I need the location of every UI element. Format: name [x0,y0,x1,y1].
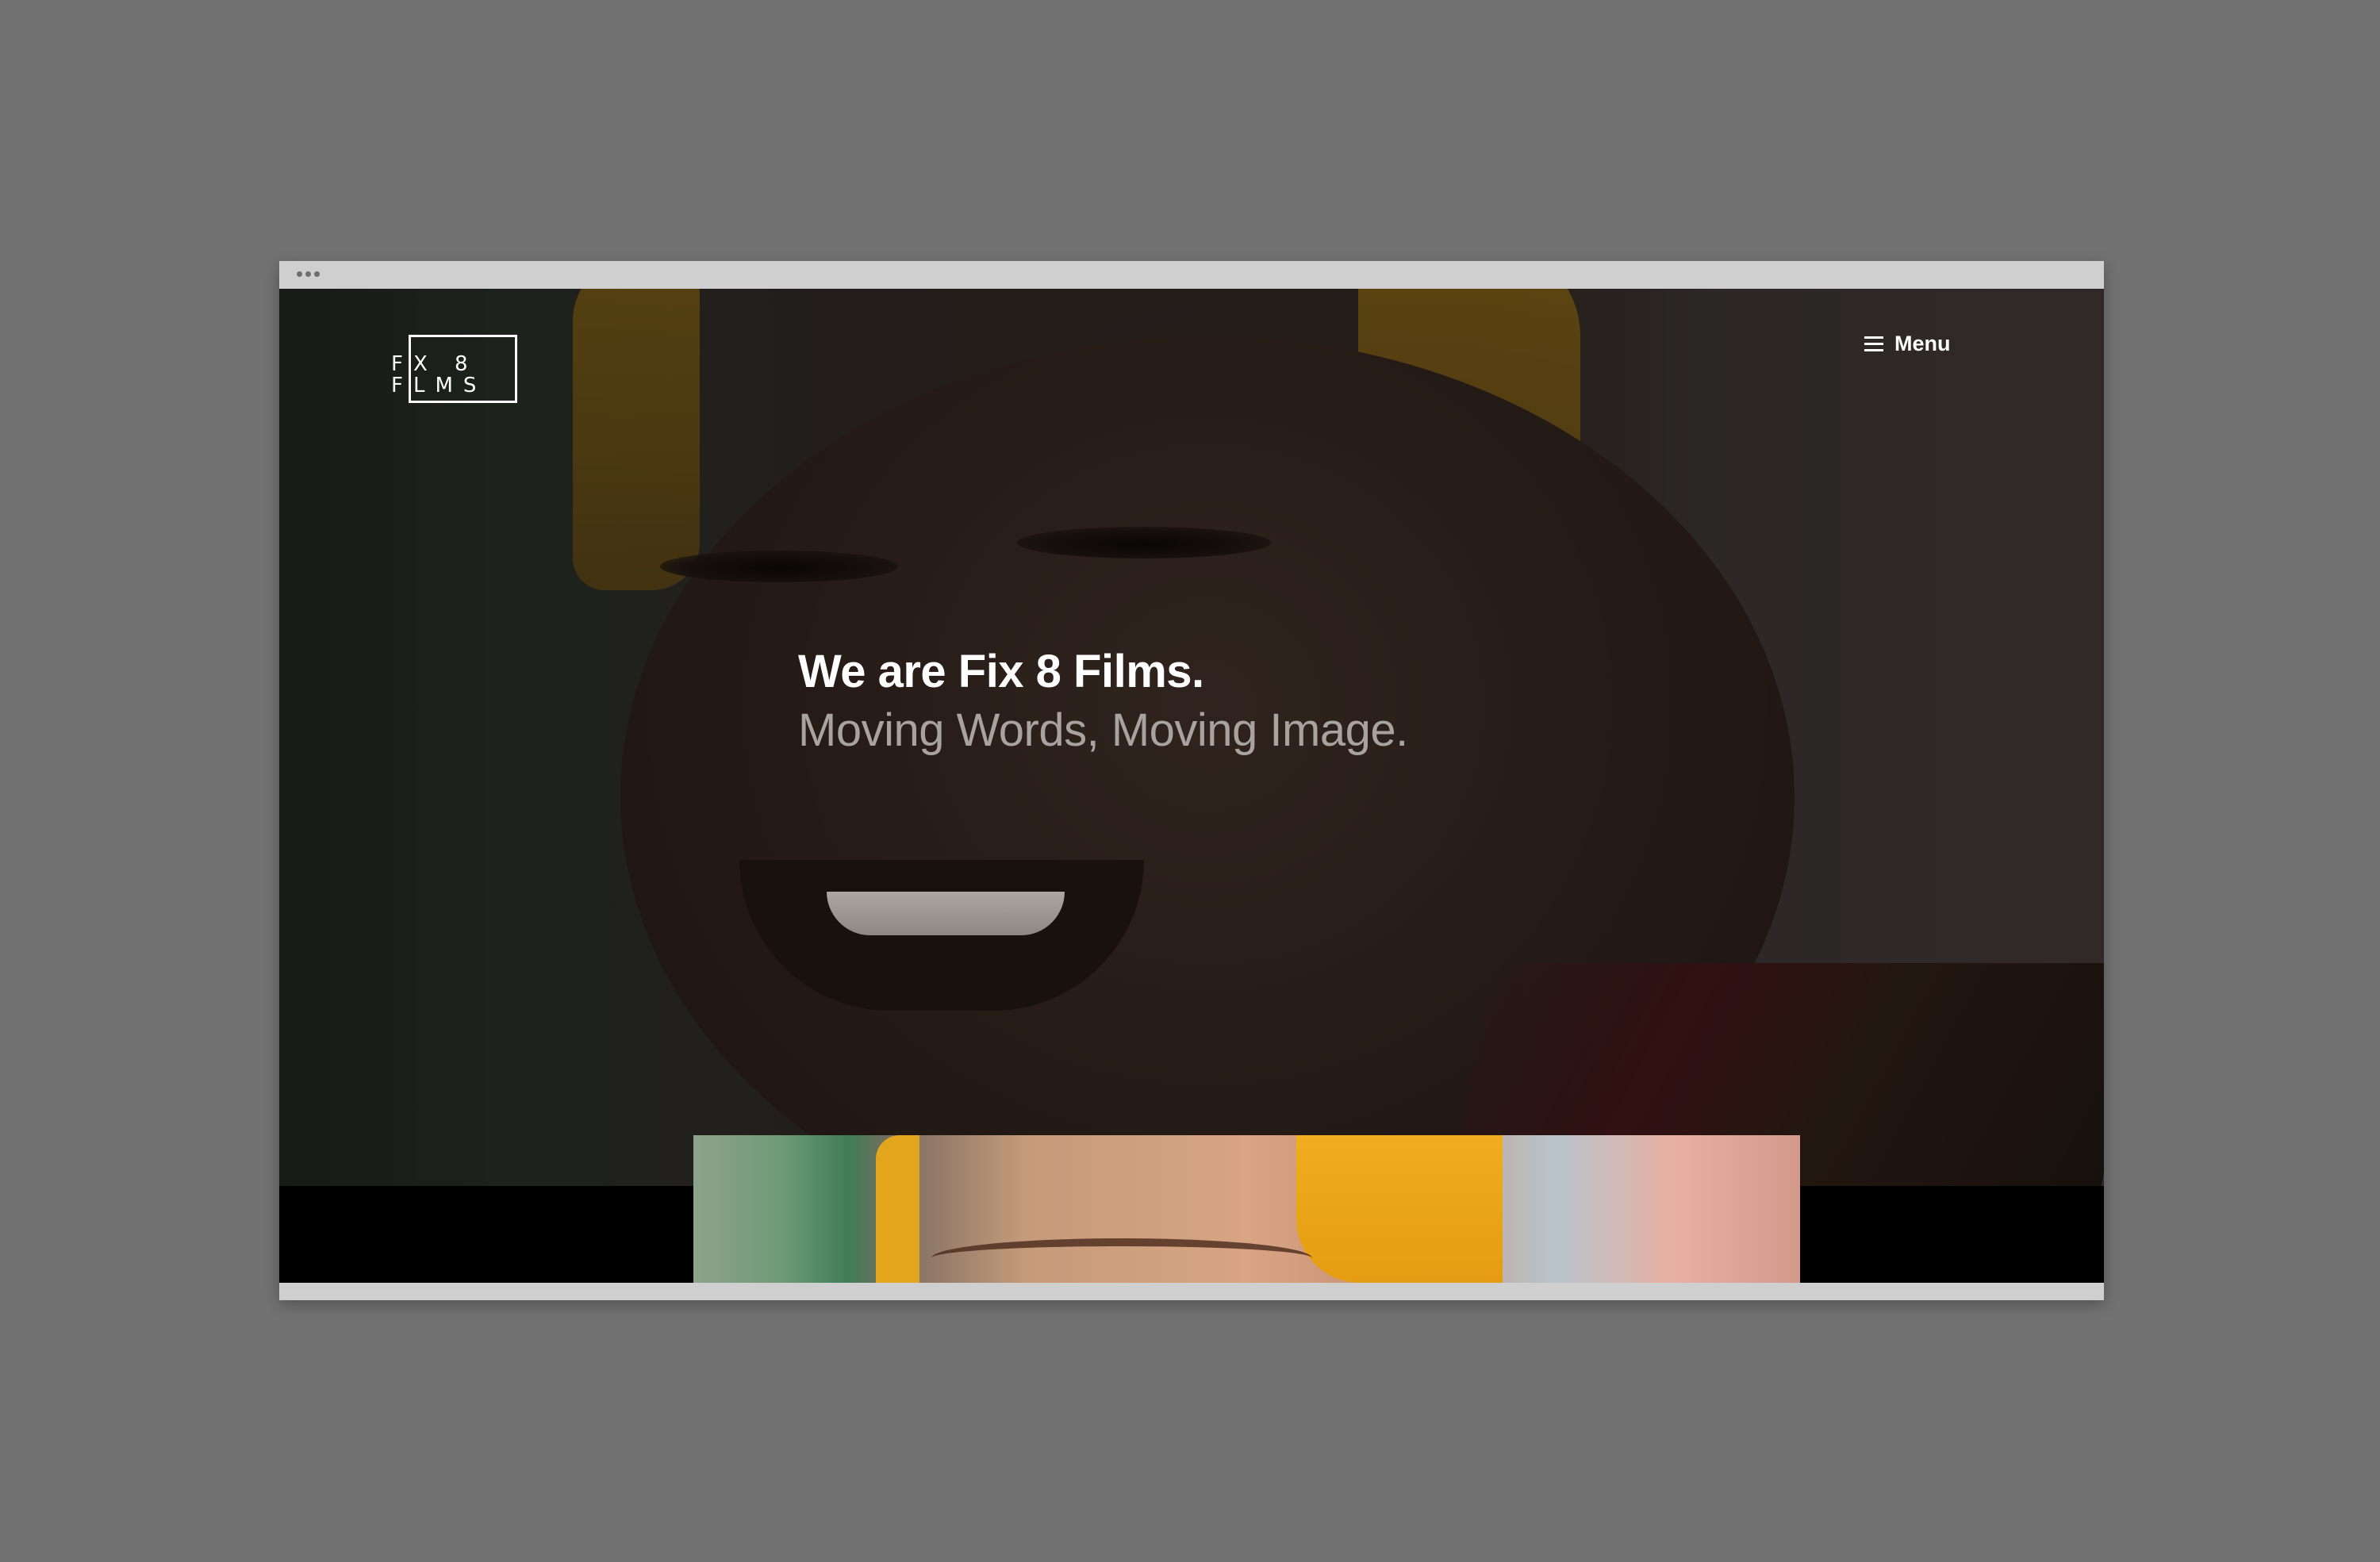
browser-bottom-bar [279,1283,2104,1300]
window-dot-icon[interactable] [305,271,311,277]
hero-subheadline: Moving Words, Moving Image. [798,704,1408,756]
brow-shape [931,1238,1312,1278]
headwrap-shape [1296,1135,1503,1283]
window-controls[interactable] [297,271,320,277]
headwrap-shape [876,1135,919,1283]
menu-button[interactable]: Menu [1864,332,1951,356]
featured-video-thumbnail[interactable] [693,1135,1800,1283]
browser-window: FX 8 FLMS Menu We are Fix 8 Films. Movin… [279,261,2104,1300]
window-dot-icon[interactable] [314,271,320,277]
page-viewport: FX 8 FLMS Menu We are Fix 8 Films. Movin… [279,289,2104,1283]
hero-headline-block: We are Fix 8 Films. Moving Words, Moving… [798,642,1408,759]
menu-label[interactable]: Menu [1894,332,1951,356]
hamburger-icon[interactable] [1864,336,1883,351]
logo-line-1: FX 8 [391,352,478,376]
logo-line-2: FLMS [391,374,487,397]
hero-section: FX 8 FLMS Menu We are Fix 8 Films. Movin… [279,289,2104,1186]
hero-headline: We are Fix 8 Films. [798,646,1204,697]
window-dot-icon[interactable] [297,271,302,277]
browser-title-bar [279,261,2104,289]
